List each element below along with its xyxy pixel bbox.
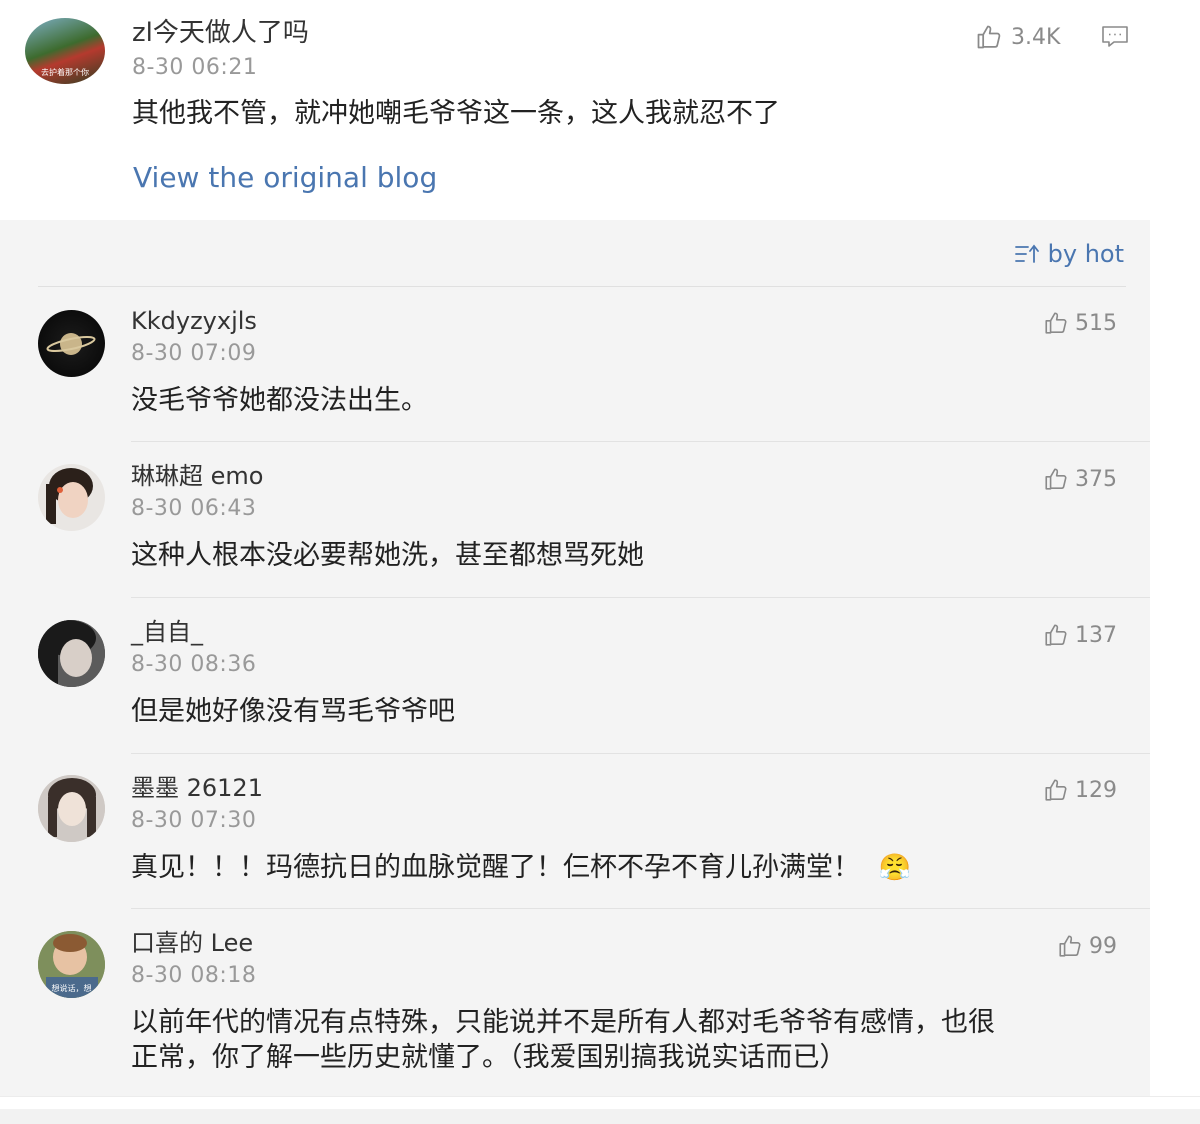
reply-item: 想说话，想 口喜的 Lee 8-30 08:18 以前年代的情况有点特殊，只能说… <box>0 909 1150 1096</box>
reply-item: Kkdyzyxjls 8-30 07:09 没毛爷爷她都没法出生。 515 <box>0 286 1150 442</box>
timestamp: 8-30 06:43 <box>131 496 257 521</box>
comment-text: 没毛爷爷她都没法出生。 <box>131 385 428 416</box>
bottom-strip <box>0 1109 1200 1124</box>
avatar[interactable] <box>38 464 105 531</box>
like-count: 99 <box>1089 933 1117 959</box>
avatar[interactable] <box>38 310 105 377</box>
reply-item: _自自_ 8-30 08:36 但是她好像没有骂毛爷爷吧 137 <box>0 598 1150 754</box>
portrait-image <box>38 775 105 842</box>
emoji: 😤 <box>878 853 911 883</box>
thumbs-up-icon <box>1045 468 1067 490</box>
timestamp: 8-30 06:21 <box>132 55 258 80</box>
thumbs-up-icon <box>1045 624 1067 646</box>
timestamp: 8-30 08:18 <box>131 963 257 988</box>
comment-text: 真见！！！玛德抗日的血脉觉醒了！仨杯不孕不育儿孙满堂！ 😤 <box>131 851 911 885</box>
comment-text-line-2: 正常，你了解一些历史就懂了。（我爱国别搞我说实话而已） <box>131 1042 847 1073</box>
like-button[interactable]: 3.4K <box>975 22 1060 52</box>
like-count: 129 <box>1075 777 1117 803</box>
main-comment: 去护着那个你 zl今天做人了吗 8-30 06:21 其他我不管，就冲她嘲毛爷爷… <box>0 0 1200 220</box>
replies-panel: by hot Kkdyzyxjls 8-30 07:09 没毛爷爷她都没法出生。… <box>0 220 1150 1096</box>
avatar-caption: 去护着那个你 <box>41 68 89 77</box>
sort-by-hot-button[interactable]: by hot <box>1014 240 1124 268</box>
comment-button[interactable] <box>1100 24 1130 50</box>
view-original-blog-link[interactable]: View the original blog <box>133 160 437 196</box>
username[interactable]: 琳琳超 emo <box>131 461 263 491</box>
like-count: 515 <box>1075 310 1117 336</box>
username[interactable]: Kkdyzyxjls <box>131 306 257 336</box>
like-button[interactable]: 99 <box>1057 933 1117 959</box>
sort-icon <box>1014 244 1039 263</box>
comment-text-line-1: 以前年代的情况有点特殊，只能说并不是所有人都对毛爷爷有感情，也很 <box>131 1007 995 1038</box>
avatar[interactable] <box>38 620 105 687</box>
avatar[interactable]: 去护着那个你 <box>25 18 105 84</box>
comment-icon <box>1102 26 1128 47</box>
portrait-image <box>46 468 93 524</box>
username[interactable]: 口喜的 Lee <box>131 928 253 958</box>
like-count: 3.4K <box>1011 24 1061 50</box>
timestamp: 8-30 07:09 <box>131 341 257 366</box>
username[interactable]: zl今天做人了吗 <box>132 16 309 50</box>
avatar[interactable]: 想说话，想 <box>38 931 105 998</box>
portrait-image <box>38 620 105 687</box>
like-button[interactable]: 515 <box>1043 310 1117 336</box>
reply-item: 墨墨 26121 8-30 07:30 真见！！！玛德抗日的血脉觉醒了！仨杯不孕… <box>0 753 1150 909</box>
comment-text: 这种人根本没必要帮她洗，甚至都想骂死她 <box>131 540 644 571</box>
saturn-image <box>46 333 96 355</box>
bottom-edge <box>0 1096 1200 1124</box>
thumbs-up-icon <box>1045 779 1067 801</box>
comment-text-content: 真见！！！玛德抗日的血脉觉醒了！仨杯不孕不育儿孙满堂！ <box>131 852 860 883</box>
avatar-caption: 想说话，想 <box>51 984 92 993</box>
like-count: 375 <box>1075 466 1117 492</box>
like-count: 137 <box>1075 622 1117 648</box>
comment-text: 但是她好像没有骂毛爷爷吧 <box>131 696 455 727</box>
like-button[interactable]: 137 <box>1043 622 1117 648</box>
timestamp: 8-30 07:30 <box>131 808 257 833</box>
username[interactable]: _自自_ <box>131 617 203 647</box>
thumbs-up-icon <box>1045 312 1067 334</box>
timestamp: 8-30 08:36 <box>131 652 257 677</box>
like-button[interactable]: 129 <box>1043 777 1117 803</box>
thumbs-up-icon <box>1059 935 1081 957</box>
comment-text: 其他我不管，就冲她嘲毛爷爷这一条，这人我就忍不了 <box>132 98 780 129</box>
like-button[interactable]: 375 <box>1043 466 1117 492</box>
thumbs-up-icon <box>977 25 1001 49</box>
username[interactable]: 墨墨 26121 <box>131 773 263 803</box>
sort-label: by hot <box>1047 240 1124 268</box>
avatar[interactable] <box>38 775 105 842</box>
reply-item: 琳琳超 emo 8-30 06:43 这种人根本没必要帮她洗，甚至都想骂死她 3… <box>0 442 1150 598</box>
